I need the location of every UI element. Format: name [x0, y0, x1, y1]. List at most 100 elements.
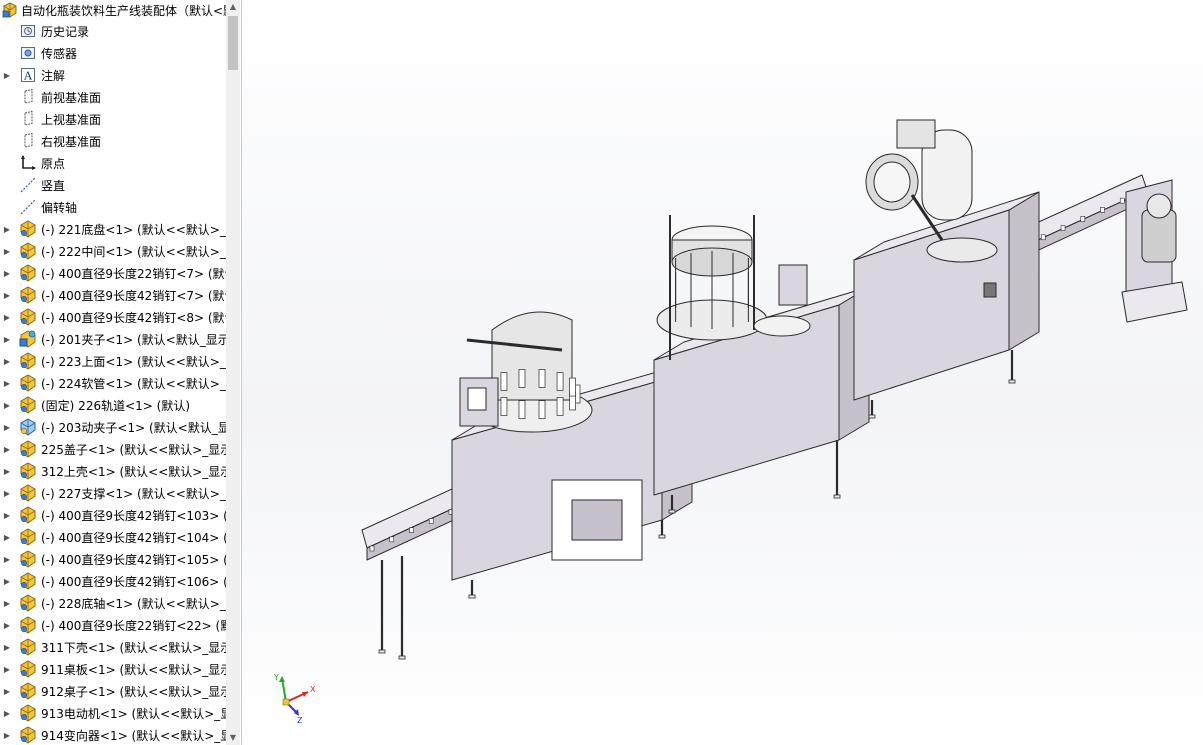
expand-arrow-icon[interactable]: ▶ [1, 489, 13, 498]
conveyor-clamp [1080, 216, 1086, 222]
tree-item[interactable]: ▶ 225盖子<1> (默认<<默认>_显示 [0, 438, 226, 460]
tree-item[interactable]: ▶前视基准面 [0, 86, 226, 108]
tree-item[interactable]: ▶ (-) 224软管<1> (默认<<默认>_显 [0, 372, 226, 394]
tree-item[interactable]: ▶原点 [0, 152, 226, 174]
tree-item[interactable]: ▶ (-) 203动夹子<1> (默认<默认_显 [0, 416, 226, 438]
tree-item[interactable]: ▶ (-) 227支撑<1> (默认<<默认>_显 [0, 482, 226, 504]
tree-item[interactable]: ▶ (-) 400直径9长度42销钉<104> (默 [0, 526, 226, 548]
tree-item[interactable]: ▶ (-) 400直径9长度42销钉<7> (默认 [0, 284, 226, 306]
filler-control-box [778, 264, 808, 306]
assembly-icon [1, 1, 19, 19]
tree-item[interactable]: ▶ (固定) 226轨道<1> (默认) [0, 394, 226, 416]
tree-item[interactable]: ▶ 911桌板<1> (默认<<默认>_显示 [0, 658, 226, 680]
expand-arrow-icon[interactable]: ▶ [1, 71, 13, 80]
tree-item[interactable]: ▶右视基准面 [0, 130, 226, 152]
tree-item[interactable]: ▶ A 注解 [0, 64, 226, 86]
tree-item-label: 911桌板<1> (默认<<默认>_显示 [41, 662, 226, 677]
scroll-thumb[interactable] [228, 16, 238, 70]
tree-item[interactable]: ▶ (-) 400直径9长度42销钉<106> (默 [0, 570, 226, 592]
expand-arrow-icon[interactable]: ▶ [1, 709, 13, 718]
rinser-gripper [569, 377, 576, 397]
conveyor-clamp [409, 527, 414, 533]
origin-icon [19, 154, 37, 172]
tree-item[interactable]: ▶ 913电动机<1> (默认<<默认>_显 [0, 702, 226, 724]
rinser-gripper [556, 372, 564, 391]
expand-arrow-icon[interactable]: ▶ [1, 643, 13, 652]
expand-arrow-icon[interactable]: ▶ [1, 401, 13, 410]
expand-arrow-icon[interactable]: ▶ [1, 379, 13, 388]
part-icon [19, 528, 37, 546]
tree-item[interactable]: ▶竖直 [0, 174, 226, 196]
expand-arrow-icon[interactable]: ▶ [1, 313, 13, 322]
triad-z-label: Z [297, 716, 303, 724]
expand-arrow-icon[interactable]: ▶ [1, 269, 13, 278]
expand-arrow-icon[interactable]: ▶ [1, 599, 13, 608]
expand-arrow-icon[interactable]: ▶ [1, 423, 13, 432]
tree-item[interactable]: ▶ 912桌子<1> (默认<<默认>_显示 [0, 680, 226, 702]
tree-item-label: 914变向器<1> (默认<<默认>_显 [41, 728, 226, 743]
part-icon [19, 440, 37, 458]
bottling-line-model[interactable] [242, 0, 1203, 745]
tree-item-label: 前视基准面 [41, 90, 102, 105]
expand-arrow-icon[interactable]: ▶ [1, 577, 13, 586]
tree-item-label: 上视基准面 [41, 112, 102, 127]
scroll-down-arrow-icon[interactable]: ▼ [226, 731, 240, 745]
expand-arrow-icon[interactable]: ▶ [1, 291, 13, 300]
tree-item[interactable]: ▶ (-) 221底盘<1> (默认<<默认>_显 [0, 218, 226, 240]
scroll-up-arrow-icon[interactable]: ▲ [226, 0, 240, 14]
tree-vertical-scrollbar[interactable]: ▲ ▼ [226, 0, 240, 745]
tree-item[interactable]: ▶上视基准面 [0, 108, 226, 130]
tree-item-label: 311下壳<1> (默认<<默认>_显示 [41, 640, 226, 655]
tree-item-label: (-) 400直径9长度22销钉<7> (默认 [41, 266, 226, 281]
tree-item[interactable]: ▶ (-) 400直径9长度42销钉<103> (默 [0, 504, 226, 526]
conveyor-left-leg-2-foot [398, 655, 406, 660]
tree-root-assembly[interactable]: 自动化瓶装饮料生产线装配体（默认<默 [0, 0, 226, 20]
graphics-viewport[interactable] [242, 0, 1203, 745]
expand-arrow-icon[interactable]: ▶ [1, 467, 13, 476]
tree-item-label: (-) 222中间<1> (默认<<默认>_显 [41, 244, 226, 259]
rinser-leg-2-foot [658, 534, 666, 539]
expand-arrow-icon[interactable]: ▶ [1, 357, 13, 366]
tree-item[interactable]: ▶ (-) 222中间<1> (默认<<默认>_显 [0, 240, 226, 262]
expand-arrow-icon[interactable]: ▶ [1, 731, 13, 740]
tree-item[interactable]: ▶传感器 [0, 42, 226, 64]
expand-arrow-icon[interactable]: ▶ [1, 533, 13, 542]
tree-item[interactable]: ▶ (-) 400直径9长度42销钉<105> (默 [0, 548, 226, 570]
tree-item-label: (-) 400直径9长度22销钉<22> (默认 [41, 618, 226, 633]
history-icon [19, 22, 37, 40]
expand-arrow-icon[interactable]: ▶ [1, 225, 13, 234]
tree-item[interactable]: ▶ (-) 201夹子<1> (默认<默认_显示 [0, 328, 226, 350]
part-icon [19, 462, 37, 480]
tree-item-label: 竖直 [41, 178, 66, 193]
part-icon [19, 242, 37, 260]
conveyor-clamp [1060, 225, 1066, 231]
part-icon [19, 484, 37, 502]
triad-y-label: Y [273, 673, 279, 682]
capper-leg-2-foot [1008, 379, 1016, 384]
tree-item[interactable]: ▶ (-) 400直径9长度22销钉<7> (默认 [0, 262, 226, 284]
tree-item[interactable]: ▶ (-) 400直径9长度42销钉<8> (默认 [0, 306, 226, 328]
tree-item[interactable]: ▶ 311下壳<1> (默认<<默认>_显示 [0, 636, 226, 658]
expand-arrow-icon[interactable]: ▶ [1, 247, 13, 256]
conveyor-clamp [369, 545, 375, 552]
feature-manager-tree[interactable]: 自动化瓶装饮料生产线装配体（默认<默 ▶历史记录▶传感器▶A注解▶前视基准面▶上… [0, 0, 242, 745]
tree-item[interactable]: ▶ 914变向器<1> (默认<<默认>_显 [0, 724, 226, 745]
tree-item[interactable]: ▶偏转轴 [0, 196, 226, 218]
tree-item[interactable]: ▶ (-) 223上面<1> (默认<<默认>_显 [0, 350, 226, 372]
conveyor-left-leg-foot [378, 649, 386, 654]
expand-arrow-icon[interactable]: ▶ [1, 665, 13, 674]
tree-item[interactable]: ▶ (-) 400直径9长度22销钉<22> (默认 [0, 614, 226, 636]
expand-arrow-icon[interactable]: ▶ [1, 335, 13, 344]
expand-arrow-icon[interactable]: ▶ [1, 445, 13, 454]
tree-item[interactable]: ▶ (-) 228底轴<1> (默认<<默认>_显 [0, 592, 226, 614]
expand-arrow-icon[interactable]: ▶ [1, 555, 13, 564]
expand-arrow-icon[interactable]: ▶ [1, 687, 13, 696]
expand-arrow-icon[interactable]: ▶ [1, 511, 13, 520]
tree-item[interactable]: ▶历史记录 [0, 20, 226, 42]
svg-text:A: A [23, 70, 33, 83]
tree-item-label: (-) 400直径9长度42销钉<104> (默 [41, 530, 226, 545]
tree-item[interactable]: ▶ 312上壳<1> (默认<<默认>_显示 [0, 460, 226, 482]
expand-arrow-icon[interactable]: ▶ [1, 621, 13, 630]
tree-item-label: (-) 227支撑<1> (默认<<默认>_显 [41, 486, 226, 501]
capper-turret [926, 237, 998, 263]
